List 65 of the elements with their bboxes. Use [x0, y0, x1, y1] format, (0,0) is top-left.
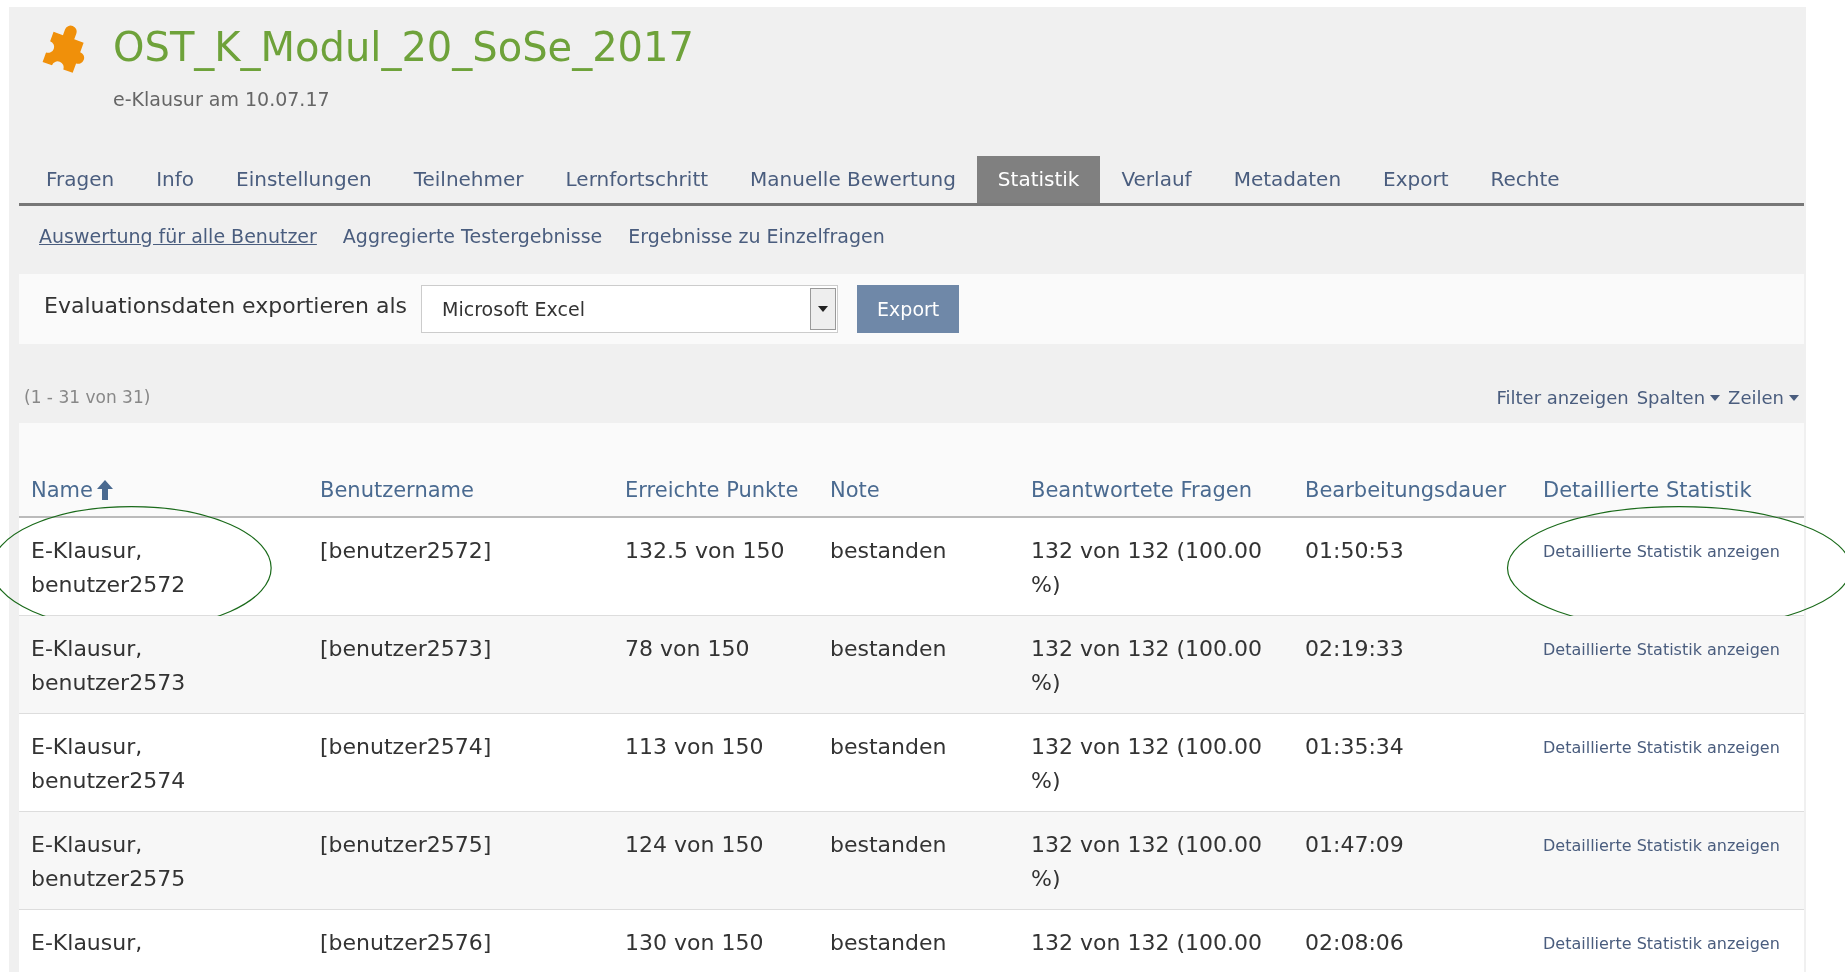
table-cell-text: 132 von 132 (100.00 %) — [1031, 635, 1263, 697]
table-cell-text: 132 von 132 (100.00 %) — [1031, 733, 1263, 795]
table-cell-text: 124 von 150 — [625, 831, 764, 859]
caret-icon — [1789, 394, 1799, 401]
table-cell-text: 132 von 132 (100.00 — [1031, 929, 1262, 957]
column-header[interactable]: Benutzername — [320, 474, 474, 506]
dropdown-toggle[interactable]: Zeilen — [1728, 384, 1799, 411]
column-header[interactable]: Note — [830, 474, 880, 506]
column-header[interactable]: Detaillierte Statistik — [1543, 474, 1752, 506]
table-cell-text: 78 von 150 — [625, 635, 750, 663]
table-cell-text: 01:50:53 — [1305, 537, 1404, 565]
table-cell-text: bestanden — [830, 831, 947, 859]
tab[interactable]: Lernfortschritt — [544, 155, 730, 203]
table-cell-text: 02:08:06 — [1305, 929, 1404, 957]
tab[interactable]: Verlauf — [1100, 155, 1213, 203]
table-cell-text: E-Klausur, benutzer2572 — [31, 537, 181, 599]
tab[interactable]: Fragen — [25, 155, 136, 203]
table-cell-text: 132 von 132 (100.00 %) — [1031, 537, 1263, 599]
tab[interactable]: Einstellungen — [215, 155, 393, 203]
subtab-link[interactable]: Auswertung für alle Benutzer — [39, 221, 317, 250]
detail-statistics-link[interactable]: Detaillierte Statistik anzeigen — [1543, 542, 1780, 561]
column-header[interactable]: Erreichte Punkte — [625, 474, 799, 506]
table-cell-text: [benutzer2572] — [320, 537, 492, 565]
caret-icon — [1710, 394, 1721, 401]
format-select[interactable]: Microsoft Excel — [421, 285, 839, 333]
page-subtitle: e-Klausur am 10.07.17 — [113, 87, 331, 112]
detail-statistics-link[interactable]: Detaillierte Statistik anzeigen — [1543, 836, 1780, 855]
table-cell-text: [benutzer2576] — [320, 929, 492, 957]
table-cell-text: 132.5 von 150 — [625, 537, 785, 565]
tab[interactable]: Info — [135, 155, 216, 203]
subtab-link[interactable]: Aggregierte Testergebnisse — [342, 221, 603, 250]
detail-statistics-link[interactable]: Detaillierte Statistik anzeigen — [1543, 738, 1780, 757]
export-button[interactable]: Export — [857, 285, 960, 333]
table-cell-text: [benutzer2574] — [320, 733, 492, 761]
tab[interactable]: Teilnehmer — [392, 155, 545, 203]
dropdown-toggle[interactable]: Spalten — [1636, 384, 1721, 411]
column-header[interactable]: Name — [31, 474, 113, 506]
subtab-link[interactable]: Ergebnisse zu Einzelfragen — [628, 221, 885, 250]
column-header[interactable]: Bearbeitungsdauer — [1305, 474, 1507, 506]
tab[interactable]: Metadaten — [1212, 155, 1363, 203]
tab[interactable]: Statistik — [976, 155, 1101, 203]
tab[interactable]: Manuelle Bewertung — [729, 155, 977, 203]
detail-statistics-link[interactable]: Detaillierte Statistik anzeigen — [1543, 934, 1780, 953]
export-label: Evaluationsdaten exportieren als — [44, 291, 408, 320]
table-cell-text: 130 von 150 — [625, 929, 764, 957]
column-header[interactable]: Beantwortete Fragen — [1031, 474, 1252, 506]
table-cell-text: [benutzer2573] — [320, 635, 492, 663]
table-cell-text: E-Klausur, — [31, 929, 144, 957]
table-cell-text: bestanden — [830, 929, 947, 957]
sort-up-arrow-icon — [96, 480, 113, 500]
table-cell-text: bestanden — [830, 537, 947, 565]
table-cell-text: bestanden — [830, 733, 947, 761]
table-cell-text: 02:19:33 — [1305, 635, 1404, 663]
table-cell-text: bestanden — [830, 635, 947, 663]
page-title: OST_K_Modul_20_SoSe_2017 — [113, 23, 694, 73]
tab[interactable]: Rechte — [1469, 155, 1581, 203]
table-cell-text: 01:47:09 — [1305, 831, 1404, 859]
table-cell-text: [benutzer2575] — [320, 831, 492, 859]
table-cell-text: 132 von 132 (100.00 %) — [1031, 831, 1263, 893]
table-cell-text: 113 von 150 — [625, 733, 764, 761]
detail-statistics-link[interactable]: Detaillierte Statistik anzeigen — [1543, 640, 1780, 659]
row-count: (1 - 31 von 31) — [24, 385, 151, 409]
tab[interactable]: Export — [1362, 155, 1470, 203]
table-cell-text: 01:35:34 — [1305, 733, 1404, 761]
filter-link[interactable]: Filter anzeigen — [1496, 384, 1629, 411]
